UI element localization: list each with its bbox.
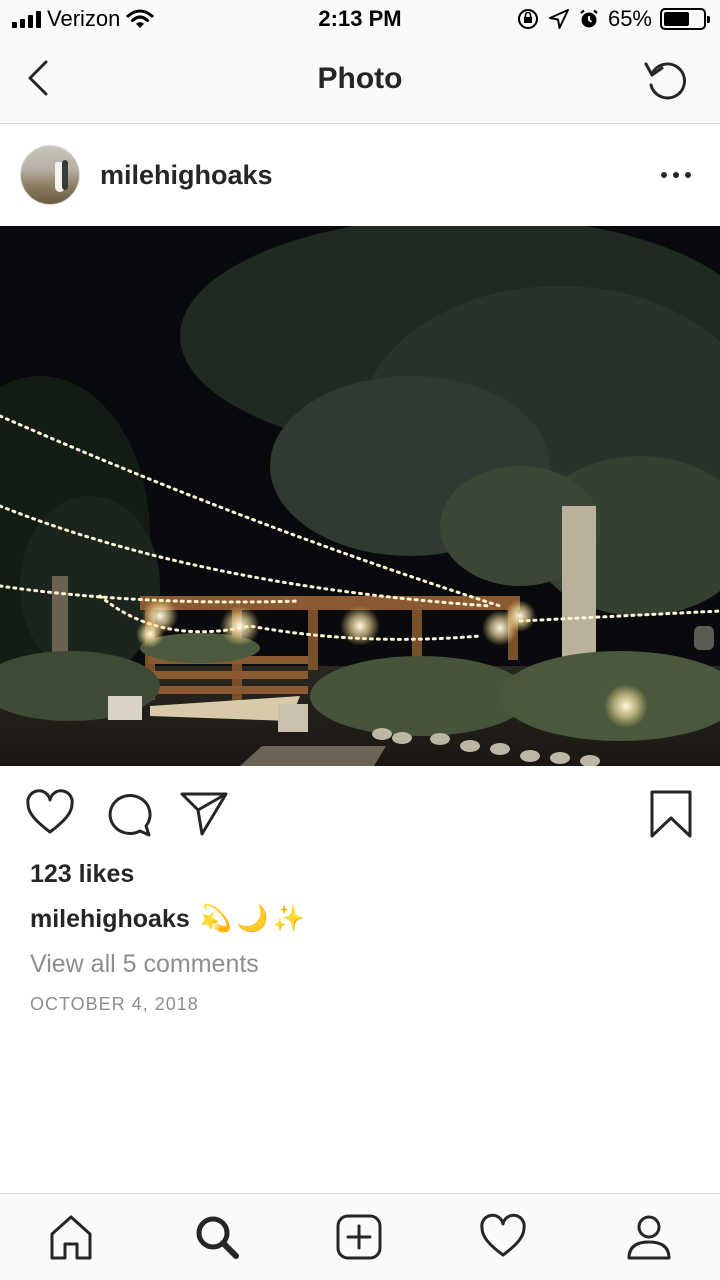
post-actions: [0, 766, 720, 856]
search-icon[interactable]: [192, 1212, 242, 1262]
share-icon[interactable]: [178, 788, 230, 840]
status-right: 65%: [516, 6, 710, 32]
avatar[interactable]: [20, 145, 80, 205]
refresh-icon[interactable]: [642, 54, 692, 104]
bookmark-icon[interactable]: [646, 788, 698, 840]
profile-icon[interactable]: [624, 1212, 674, 1262]
more-horizontal-icon[interactable]: [656, 161, 696, 189]
post-photo[interactable]: [0, 226, 720, 766]
view-comments-link[interactable]: View all 5 comments: [30, 950, 259, 979]
post-date: OCTOBER 4, 2018: [30, 994, 199, 1014]
add-post-icon[interactable]: [334, 1212, 384, 1262]
home-icon[interactable]: [46, 1212, 96, 1262]
battery-percent: 65%: [607, 6, 652, 31]
photo-scene: [0, 226, 720, 766]
status-bar: Verizon 2:13 PM 65%: [0, 0, 720, 40]
post-caption: milehighoaks 💫🌙✨: [30, 904, 309, 934]
page-title: Photo: [317, 62, 403, 95]
avatar-groom: [62, 160, 68, 190]
caption-text: 💫🌙✨: [199, 904, 309, 934]
activity-heart-icon[interactable]: [478, 1212, 528, 1262]
navigation-bar: Photo: [0, 40, 720, 124]
comment-icon[interactable]: [102, 788, 154, 840]
heart-icon[interactable]: [24, 788, 76, 840]
caption-username[interactable]: milehighoaks: [30, 905, 190, 934]
alarm-icon: [580, 9, 598, 28]
orientation-lock-icon: [517, 9, 538, 29]
likes-count[interactable]: 123 likes: [30, 860, 134, 889]
post-username[interactable]: milehighoaks: [100, 160, 273, 191]
battery-icon: [660, 8, 710, 30]
battery-level: [664, 12, 689, 26]
post-header: milehighoaks: [0, 125, 720, 226]
location-icon: [548, 9, 569, 29]
tab-bar: [0, 1193, 720, 1280]
